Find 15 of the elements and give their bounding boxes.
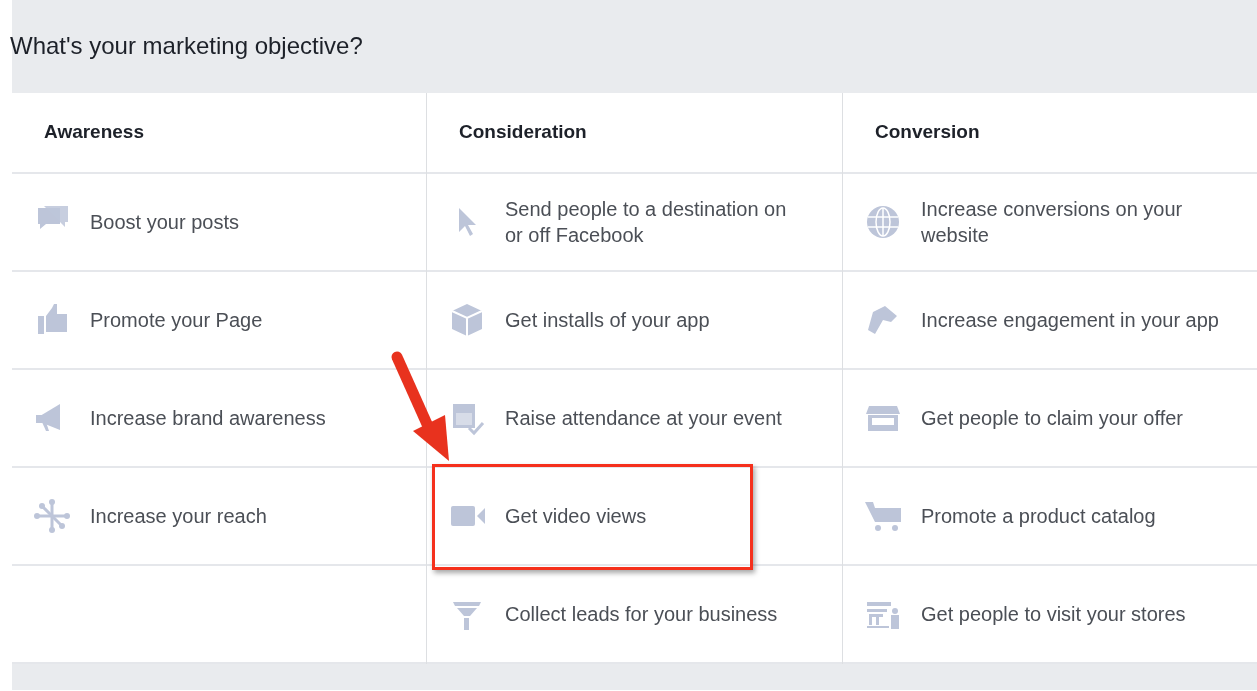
objective-option[interactable]: Boost your posts (12, 174, 426, 272)
objective-option[interactable]: Send people to a destination on or off Facebook (427, 174, 842, 272)
objective-option[interactable]: Promote a product catalog (843, 468, 1257, 566)
page-title: What's your marketing objective? (10, 32, 363, 61)
objective-option[interactable]: Increase engagement in your app (843, 272, 1257, 370)
column-heading: Awareness (44, 120, 144, 145)
objective-option[interactable]: Get people to claim your offer (843, 370, 1257, 468)
objective-option[interactable]: Increase your reach (12, 468, 426, 566)
objective-option[interactable]: Get installs of your app (427, 272, 842, 370)
column-heading: Conversion (875, 120, 980, 145)
column-heading: Consideration (459, 120, 587, 145)
network-icon (32, 498, 72, 534)
objective-option[interactable]: Promote your Page (12, 272, 426, 370)
objective-option[interactable]: Get video views (427, 468, 842, 566)
objective-option[interactable]: Increase conversions on your website (843, 174, 1257, 272)
